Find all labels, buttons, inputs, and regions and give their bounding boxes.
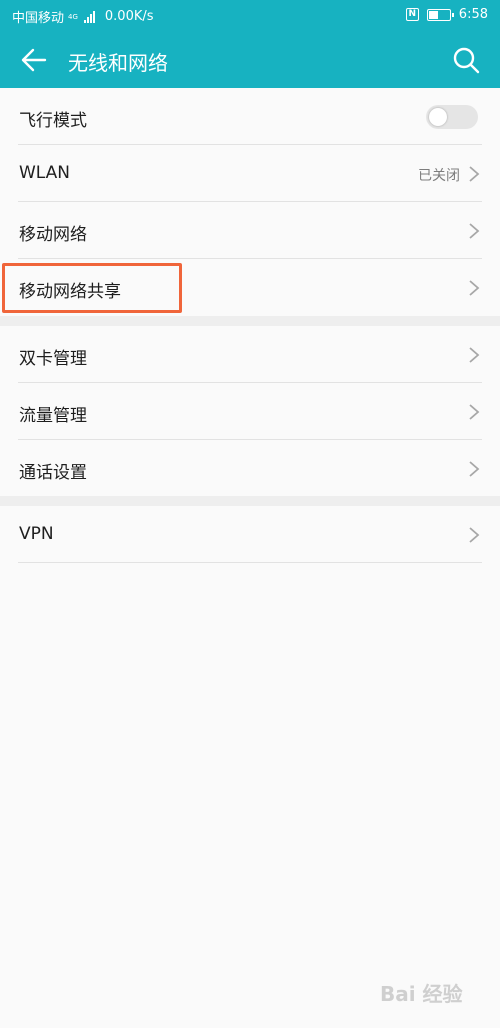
settings-item-label: 飞行模式 (19, 111, 87, 131)
nfc-icon: N (405, 8, 419, 21)
status-bar: 中国移动 4G 0.00K/s N 6:58 (0, 0, 500, 32)
divider (18, 562, 482, 563)
settings-item-call-settings[interactable]: 通话设置 (0, 440, 500, 497)
airplane-mode-toggle[interactable] (426, 105, 478, 129)
signal-icon (83, 10, 95, 23)
network-type: 4G (68, 12, 78, 21)
section-gap (0, 496, 500, 506)
chevron-right-icon (469, 223, 480, 239)
search-icon[interactable] (452, 46, 480, 74)
carrier-name: 中国移动 (12, 11, 65, 26)
settings-item-label: WLAN (19, 163, 71, 183)
wlan-status-value: 已关闭 (418, 168, 460, 184)
clock: 6:58 (458, 7, 488, 22)
settings-item-airplane-mode[interactable]: 飞行模式 (0, 88, 500, 145)
battery-icon (426, 8, 454, 21)
chevron-right-icon (469, 404, 480, 420)
network-speed: 0.00K/s (104, 9, 154, 24)
settings-item-mobile-network[interactable]: 移动网络 (0, 202, 500, 259)
watermark-text: Bai 经验 (380, 982, 463, 1006)
settings-item-dual-sim[interactable]: 双卡管理 (0, 326, 500, 383)
settings-item-label: 双卡管理 (19, 349, 87, 369)
highlight-box (2, 263, 182, 313)
app-bar: 无线和网络 (0, 32, 500, 88)
baidu-watermark: Bai 经验 (380, 978, 463, 1007)
page-title: 无线和网络 (68, 51, 168, 75)
status-left: 中国移动 4G 0.00K/s (12, 7, 154, 26)
status-right: N 6:58 (405, 7, 488, 22)
chevron-right-icon (469, 461, 480, 477)
settings-item-label: 通话设置 (19, 463, 87, 483)
settings-item-vpn[interactable]: VPN (0, 506, 500, 563)
settings-item-label: VPN (19, 524, 54, 544)
toggle-knob (429, 108, 447, 126)
back-arrow-icon[interactable] (20, 46, 48, 74)
settings-item-wlan[interactable]: WLAN 已关闭 (0, 145, 500, 202)
settings-item-label: 流量管理 (19, 406, 87, 426)
chevron-right-icon (469, 280, 480, 296)
chevron-right-icon (469, 527, 480, 543)
chevron-right-icon (469, 347, 480, 363)
settings-item-data-usage[interactable]: 流量管理 (0, 383, 500, 440)
chevron-right-icon (469, 166, 480, 182)
section-gap (0, 316, 500, 326)
settings-item-label: 移动网络 (19, 225, 87, 245)
